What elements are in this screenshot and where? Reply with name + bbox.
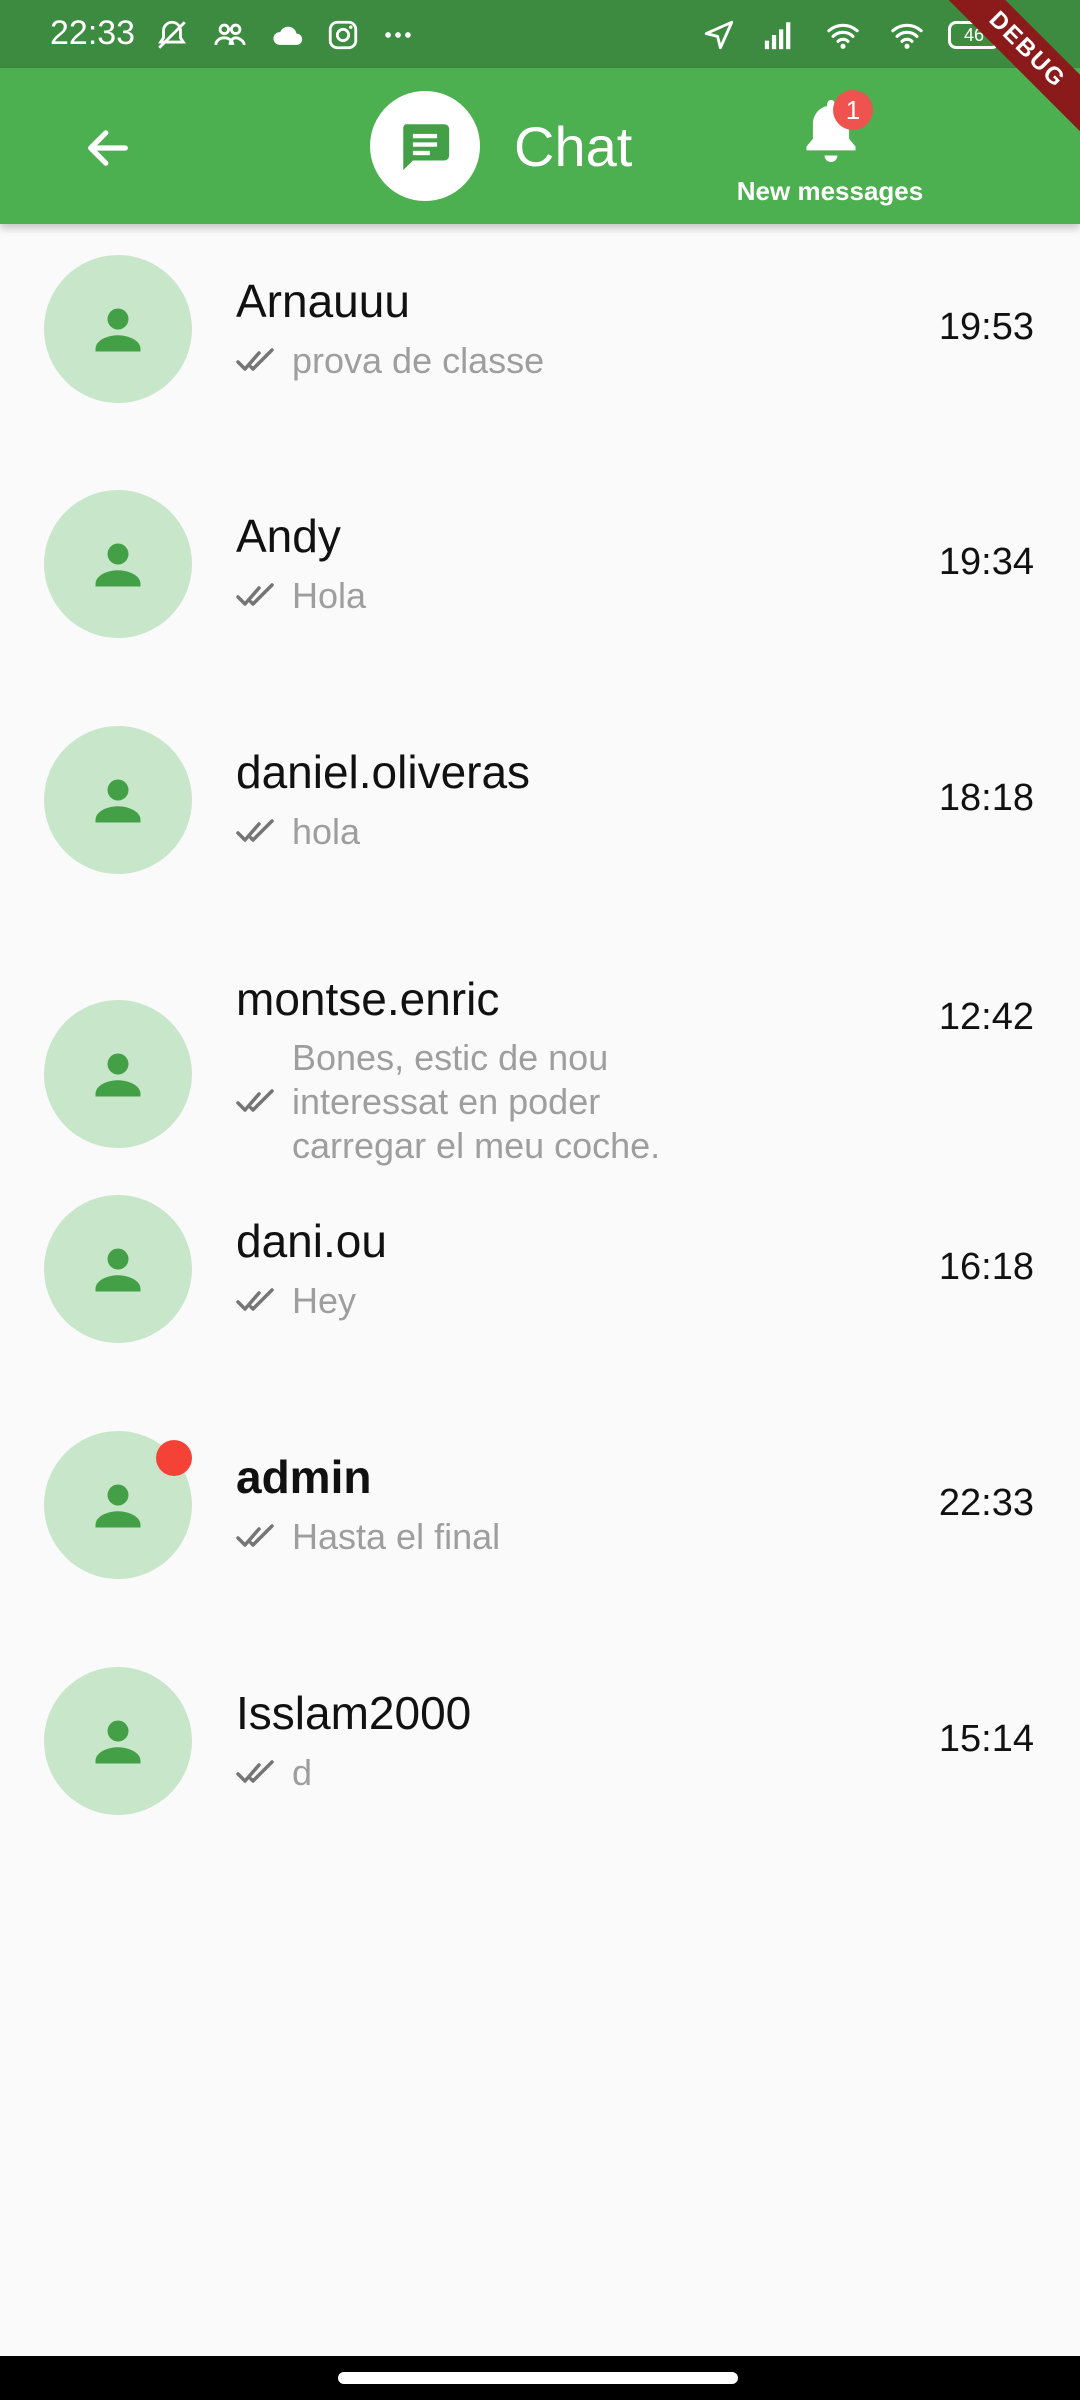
arrow-back-icon [88, 130, 128, 166]
home-gesture-handle[interactable] [338, 2372, 738, 2384]
double-check-icon [236, 348, 274, 371]
chat-bubble-icon [403, 124, 450, 171]
app-bar: Chat 1 New messages [0, 68, 1080, 224]
person-icon [95, 308, 141, 352]
message-preview: hola [236, 810, 360, 854]
notification-count-badge: 1 [833, 90, 873, 130]
message-preview: d [236, 1751, 312, 1795]
chat-list-item[interactable]: montse.enric Bones, estic de nou interes… [0, 960, 1080, 1175]
avatar [44, 726, 192, 874]
status-time: 22:33 [50, 14, 136, 52]
person-icon [95, 1053, 141, 1097]
message-preview: Hola [236, 574, 366, 618]
message-time: 18:18 [938, 777, 1034, 819]
double-check-icon [236, 583, 274, 606]
avatar [44, 490, 192, 638]
message-text: Hasta el final [292, 1516, 501, 1557]
chat-list-item[interactable]: dani.ou Hey 16:18 [0, 1190, 1080, 1350]
wifi-icon [827, 23, 859, 49]
avatar [44, 1667, 192, 1815]
message-time: 19:53 [938, 306, 1034, 348]
person-icon [95, 543, 141, 587]
person-icon [95, 1720, 141, 1764]
new-messages-label: New messages [736, 176, 924, 206]
more-dots-icon [385, 32, 411, 38]
message-preview: prova de classe [236, 339, 544, 383]
message-text: hola [292, 811, 361, 852]
double-check-icon [236, 1524, 274, 1547]
message-line: Bones, estic de nou [292, 1037, 609, 1078]
chat-name: admin [236, 1451, 372, 1503]
message-line: carregar el meu coche. [292, 1125, 661, 1166]
chat-name: dani.ou [236, 1215, 387, 1267]
double-check-icon [236, 1288, 274, 1311]
location-arrow-icon [704, 20, 734, 50]
chat-list-item[interactable]: daniel.oliveras hola 18:18 [0, 721, 1080, 881]
system-navigation-bar [0, 2356, 1080, 2400]
signal-icon [764, 22, 791, 50]
chat-list-item[interactable]: Arnauuu prova de classe 19:53 [0, 250, 1080, 410]
message-preview: Hasta el final [236, 1515, 500, 1559]
chat-list-item[interactable]: admin Hasta el final 22:33 [0, 1426, 1080, 1586]
status-left-icons [152, 18, 418, 52]
chat-name: daniel.oliveras [236, 746, 531, 798]
status-bar: 22:33 46 [0, 0, 1080, 68]
cloud-icon [273, 26, 303, 45]
message-time: 19:34 [938, 541, 1034, 583]
person-icon [95, 779, 141, 823]
double-check-icon [236, 1760, 274, 1783]
wifi-icon [891, 23, 923, 49]
chat-name: montse.enric [236, 973, 500, 1025]
person-icon [95, 1248, 141, 1292]
new-messages-button[interactable]: 1 New messages [730, 84, 930, 214]
chat-list-item[interactable]: Isslam2000 d 15:14 [0, 1662, 1080, 1822]
chat-name: Arnauuu [236, 275, 410, 327]
instagram-icon [328, 20, 358, 50]
mute-icon [158, 20, 186, 49]
chat-name: Andy [236, 510, 341, 562]
avatar [44, 1195, 192, 1343]
message-line: interessat en poder [292, 1081, 601, 1122]
message-text: prova de classe [292, 340, 545, 381]
status-right-icons: 46 [700, 18, 1000, 52]
chat-list-item[interactable]: Andy Hola 19:34 [0, 485, 1080, 645]
avatar [44, 1000, 192, 1148]
message-time: 15:14 [938, 1718, 1034, 1760]
message-text: Hey [292, 1280, 357, 1321]
avatar [44, 255, 192, 403]
double-check-icon [236, 819, 274, 842]
chat-name: Isslam2000 [236, 1687, 472, 1739]
person-icon [95, 1484, 141, 1528]
message-text: Bones, estic de nou interessat en poder … [292, 1036, 660, 1168]
message-time: 16:18 [938, 1246, 1034, 1288]
double-check-icon [236, 1089, 274, 1112]
message-text: d [292, 1752, 313, 1793]
message-preview: Hey [236, 1279, 356, 1323]
chat-logo [370, 91, 480, 201]
message-time: 22:33 [938, 1482, 1034, 1524]
people-icon [214, 23, 246, 46]
page-title: Chat [514, 114, 633, 178]
message-text: Hola [292, 575, 367, 616]
unread-indicator [156, 1440, 192, 1476]
app-title-group: Chat [370, 91, 632, 201]
message-time: 12:42 [938, 996, 1034, 1038]
message-preview: Bones, estic de nou interessat en poder … [236, 1036, 660, 1168]
back-button[interactable] [76, 116, 140, 180]
